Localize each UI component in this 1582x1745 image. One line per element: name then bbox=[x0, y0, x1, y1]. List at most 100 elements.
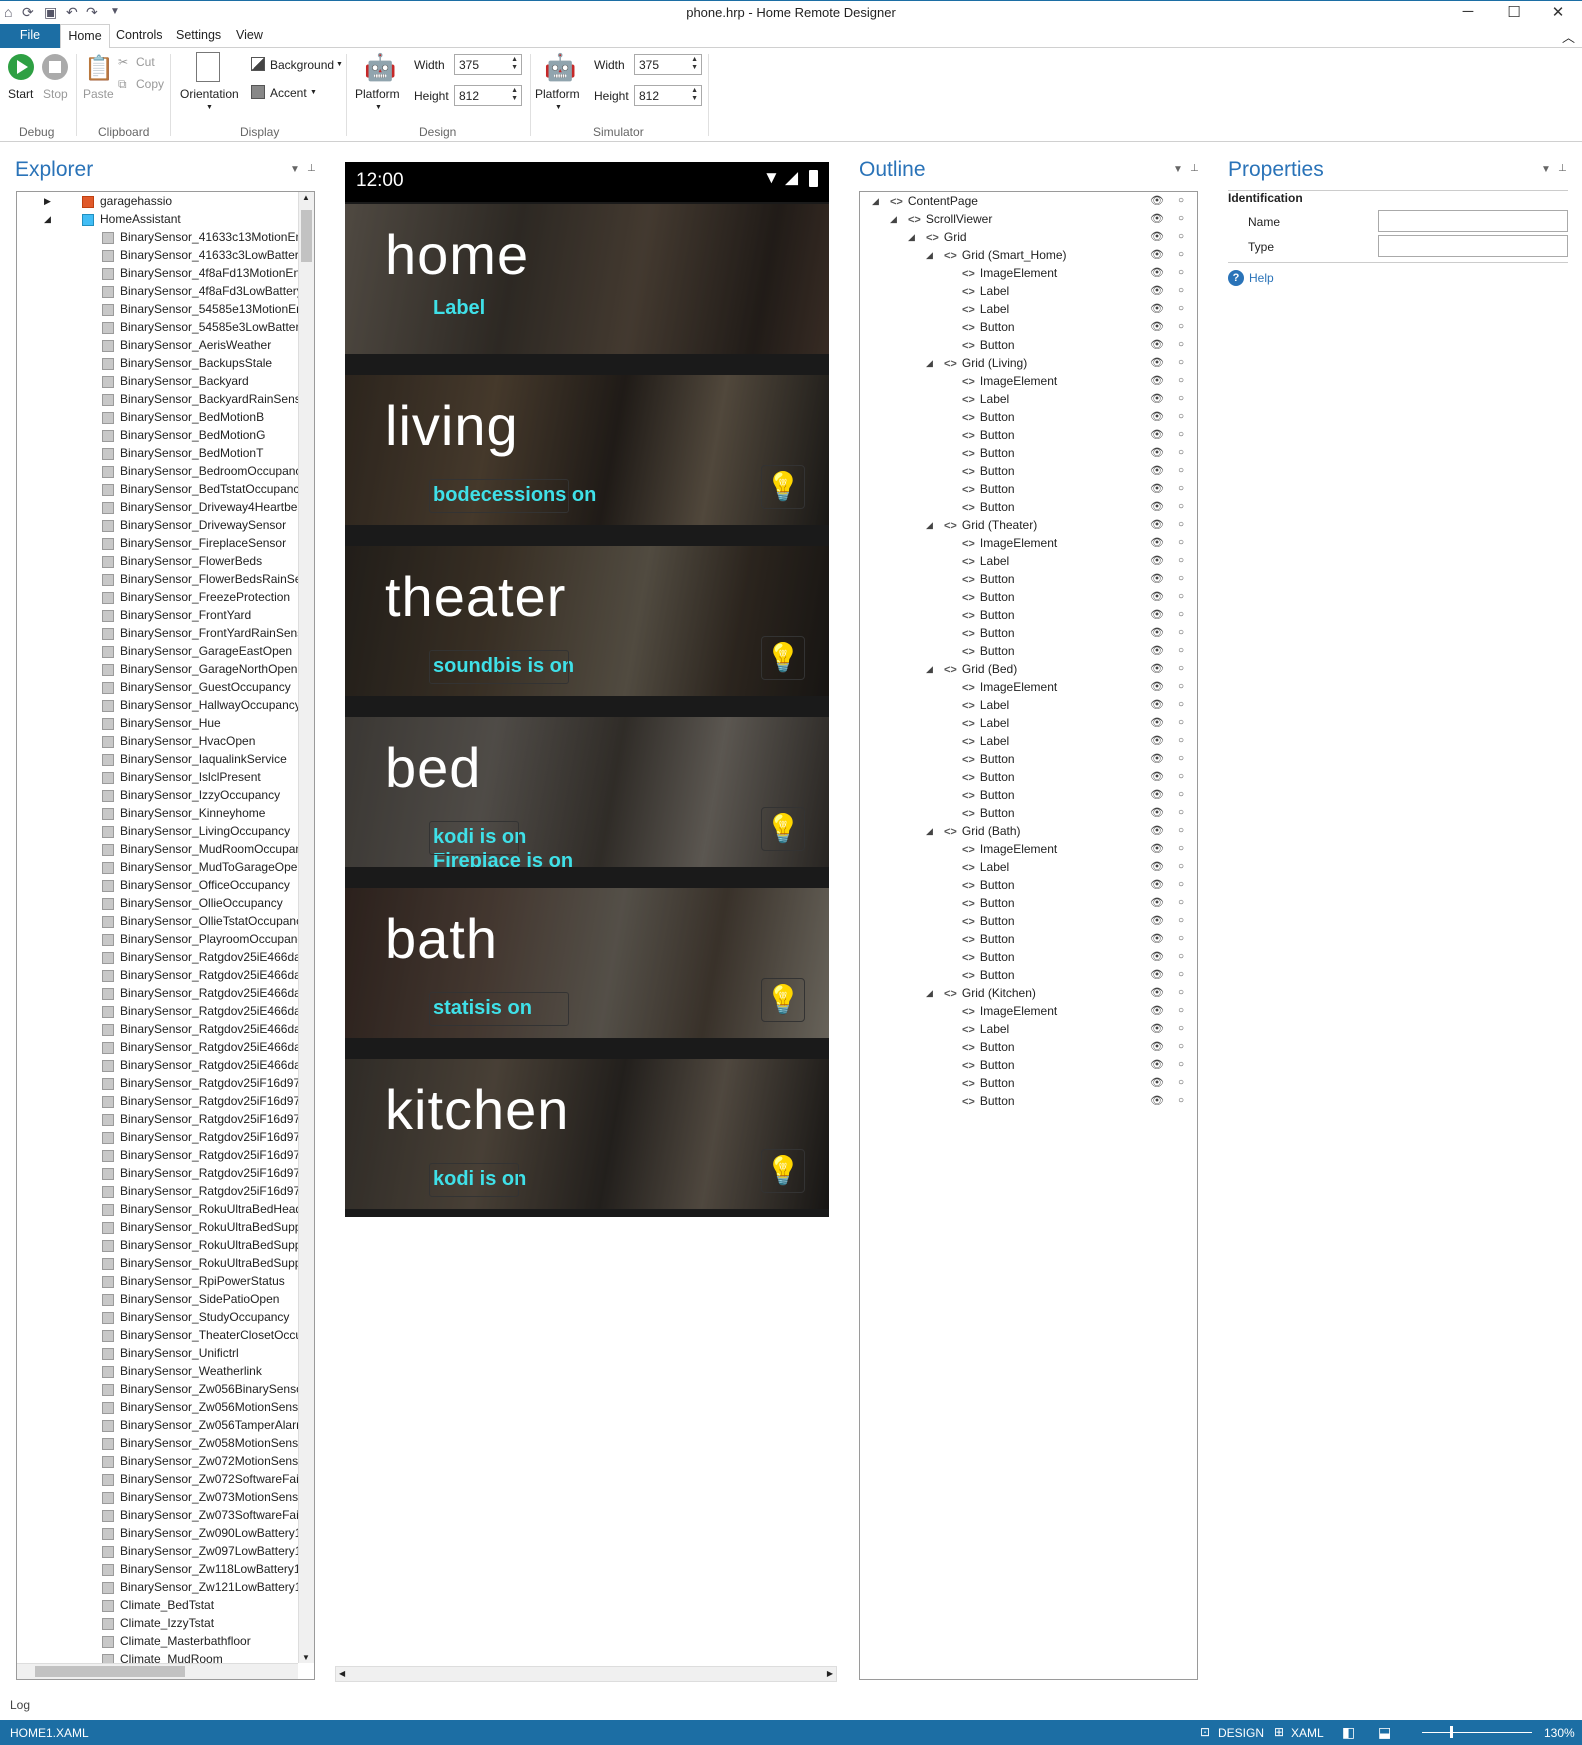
scroll-right-icon[interactable]: ▶ bbox=[827, 1669, 833, 1678]
simulator-platform-dropdown-icon[interactable]: ▼ bbox=[555, 104, 562, 111]
tree-item[interactable]: BinarySensor_Ratgdov25iF16d97Dry bbox=[17, 1110, 314, 1128]
tree-item[interactable]: BinarySensor_Unifictrl bbox=[17, 1344, 314, 1362]
tree-item[interactable]: BinarySensor_Zw118LowBattery1 bbox=[17, 1560, 314, 1578]
collapse-icon[interactable]: ◢ bbox=[926, 660, 933, 678]
outline-item[interactable]: <> Button 👁 ○ bbox=[860, 804, 1197, 822]
outline-item[interactable]: ◢ <> Grid (Theater) 👁 ○ bbox=[860, 516, 1197, 534]
lock-circle-icon[interactable]: ○ bbox=[1178, 354, 1184, 372]
visibility-eye-icon[interactable]: 👁 bbox=[1150, 948, 1164, 966]
panel-dropdown-icon[interactable]: ▼ bbox=[1173, 164, 1183, 175]
visibility-eye-icon[interactable]: 👁 bbox=[1150, 354, 1164, 372]
button-outline[interactable] bbox=[429, 650, 569, 684]
lock-circle-icon[interactable]: ○ bbox=[1178, 678, 1184, 696]
visibility-eye-icon[interactable]: 👁 bbox=[1150, 786, 1164, 804]
outline-item[interactable]: <> Button 👁 ○ bbox=[860, 750, 1197, 768]
room-tile-kitchen[interactable]: kitchen kodi is on 💡 bbox=[345, 1059, 829, 1209]
start-button[interactable]: Start bbox=[8, 87, 33, 101]
room-tile-living[interactable]: living bodecessions on 💡 bbox=[345, 375, 829, 525]
lock-circle-icon[interactable]: ○ bbox=[1178, 390, 1184, 408]
lock-circle-icon[interactable]: ○ bbox=[1178, 480, 1184, 498]
paste-button[interactable]: Paste bbox=[83, 87, 114, 101]
visibility-eye-icon[interactable]: 👁 bbox=[1150, 750, 1164, 768]
tree-item[interactable]: BinarySensor_FireplaceSensor bbox=[17, 534, 314, 552]
tree-item[interactable]: BinarySensor_GarageEastOpen bbox=[17, 642, 314, 660]
tree-item[interactable]: BinarySensor_FrontYard bbox=[17, 606, 314, 624]
visibility-eye-icon[interactable]: 👁 bbox=[1150, 714, 1164, 732]
outline-item[interactable]: <> Button 👁 ○ bbox=[860, 930, 1197, 948]
tree-item[interactable]: Climate_BedTstat bbox=[17, 1596, 314, 1614]
simulator-height-spinner[interactable]: 812 ▲ ▼ bbox=[634, 85, 702, 106]
spinner-arrows-icon[interactable]: ▲ ▼ bbox=[511, 87, 518, 103]
outline-item[interactable]: <> Button 👁 ○ bbox=[860, 768, 1197, 786]
visibility-eye-icon[interactable]: 👁 bbox=[1150, 570, 1164, 588]
panel-dropdown-icon[interactable]: ▼ bbox=[290, 164, 300, 175]
tree-item[interactable]: BinarySensor_StudyOccupancy bbox=[17, 1308, 314, 1326]
visibility-eye-icon[interactable]: 👁 bbox=[1150, 390, 1164, 408]
outline-item[interactable]: <> Button 👁 ○ bbox=[860, 1092, 1197, 1110]
lock-circle-icon[interactable]: ○ bbox=[1178, 1002, 1184, 1020]
tree-item[interactable]: BinarySensor_MudRoomOccupancy bbox=[17, 840, 314, 858]
tree-item[interactable]: BinarySensor_RokuUltraBedSupports bbox=[17, 1236, 314, 1254]
design-height-spinner[interactable]: 812 ▲ ▼ bbox=[454, 85, 522, 106]
lock-circle-icon[interactable]: ○ bbox=[1178, 228, 1184, 246]
visibility-eye-icon[interactable]: 👁 bbox=[1150, 660, 1164, 678]
collapse-icon[interactable]: ◢ bbox=[908, 228, 915, 246]
name-field[interactable] bbox=[1378, 210, 1568, 232]
lock-circle-icon[interactable]: ○ bbox=[1178, 552, 1184, 570]
tree-item[interactable]: BinarySensor_FreezeProtection bbox=[17, 588, 314, 606]
tab-file[interactable]: File bbox=[0, 24, 60, 48]
lightbulb-icon[interactable]: 💡 bbox=[761, 978, 805, 1022]
tree-item[interactable]: BinarySensor_Weatherlink bbox=[17, 1362, 314, 1380]
visibility-eye-icon[interactable]: 👁 bbox=[1150, 336, 1164, 354]
minimize-icon[interactable]: ─ bbox=[1448, 3, 1488, 20]
tree-item[interactable]: ▶ garagehassio bbox=[17, 192, 314, 210]
lock-circle-icon[interactable]: ○ bbox=[1178, 822, 1184, 840]
tree-item[interactable]: BinarySensor_4f8aFd3LowBattery bbox=[17, 282, 314, 300]
visibility-eye-icon[interactable]: 👁 bbox=[1150, 498, 1164, 516]
visibility-eye-icon[interactable]: 👁 bbox=[1150, 1092, 1164, 1110]
outline-item[interactable]: <> Button 👁 ○ bbox=[860, 642, 1197, 660]
visibility-eye-icon[interactable]: 👁 bbox=[1150, 606, 1164, 624]
tab-home[interactable]: Home bbox=[60, 24, 110, 49]
visibility-eye-icon[interactable]: 👁 bbox=[1150, 300, 1164, 318]
lock-circle-icon[interactable]: ○ bbox=[1178, 732, 1184, 750]
log-tab[interactable]: Log bbox=[10, 1698, 30, 1712]
outline-item[interactable]: <> Button 👁 ○ bbox=[860, 444, 1197, 462]
simulator-width-spinner[interactable]: 375 ▲ ▼ bbox=[634, 54, 702, 75]
room-tile-bed[interactable]: bed kodi is on Fireplace is on 💡 bbox=[345, 717, 829, 867]
button-outline[interactable] bbox=[429, 1163, 519, 1197]
tree-item[interactable]: BinarySensor_RpiPowerStatus bbox=[17, 1272, 314, 1290]
tree-item[interactable]: BinarySensor_BedroomOccupancy bbox=[17, 462, 314, 480]
paste-icon[interactable]: 📋 bbox=[84, 54, 114, 83]
tree-item[interactable]: BinarySensor_BedMotionG bbox=[17, 426, 314, 444]
lock-circle-icon[interactable]: ○ bbox=[1178, 876, 1184, 894]
button-outline[interactable] bbox=[429, 992, 569, 1026]
tree-item[interactable]: BinarySensor_Zw056MotionSensor1 bbox=[17, 1398, 314, 1416]
lock-circle-icon[interactable]: ○ bbox=[1178, 1056, 1184, 1074]
tree-item[interactable]: BinarySensor_Zw056BinarySensor1 bbox=[17, 1380, 314, 1398]
tree-item[interactable]: BinarySensor_LivingOccupancy bbox=[17, 822, 314, 840]
tree-item[interactable]: BinarySensor_BedMotionB bbox=[17, 408, 314, 426]
outline-item[interactable]: <> ImageElement 👁 ○ bbox=[860, 534, 1197, 552]
lock-circle-icon[interactable]: ○ bbox=[1178, 264, 1184, 282]
outline-item[interactable]: <> Button 👁 ○ bbox=[860, 498, 1197, 516]
simulator-platform-button[interactable]: Platform bbox=[535, 87, 580, 101]
visibility-eye-icon[interactable]: 👁 bbox=[1150, 822, 1164, 840]
tree-item[interactable]: BinarySensor_Ratgdov25iE466daDry bbox=[17, 1002, 314, 1020]
android-icon[interactable]: 🤖 bbox=[544, 52, 576, 83]
outline-item[interactable]: <> Label 👁 ○ bbox=[860, 552, 1197, 570]
tree-item[interactable]: BinarySensor_FlowerBeds bbox=[17, 552, 314, 570]
lock-circle-icon[interactable]: ○ bbox=[1178, 1020, 1184, 1038]
lock-circle-icon[interactable]: ○ bbox=[1178, 840, 1184, 858]
lightbulb-icon[interactable]: 💡 bbox=[761, 807, 805, 851]
visibility-eye-icon[interactable]: 👁 bbox=[1150, 372, 1164, 390]
outline-item[interactable]: <> ImageElement 👁 ○ bbox=[860, 372, 1197, 390]
lock-circle-icon[interactable]: ○ bbox=[1178, 894, 1184, 912]
outline-item[interactable]: <> ImageElement 👁 ○ bbox=[860, 1002, 1197, 1020]
visibility-eye-icon[interactable]: 👁 bbox=[1150, 912, 1164, 930]
scroll-thumb[interactable] bbox=[35, 1666, 185, 1677]
lock-circle-icon[interactable]: ○ bbox=[1178, 588, 1184, 606]
visibility-eye-icon[interactable]: 👁 bbox=[1150, 588, 1164, 606]
outline-item[interactable]: <> Button 👁 ○ bbox=[860, 408, 1197, 426]
background-button[interactable]: Background bbox=[270, 58, 334, 72]
